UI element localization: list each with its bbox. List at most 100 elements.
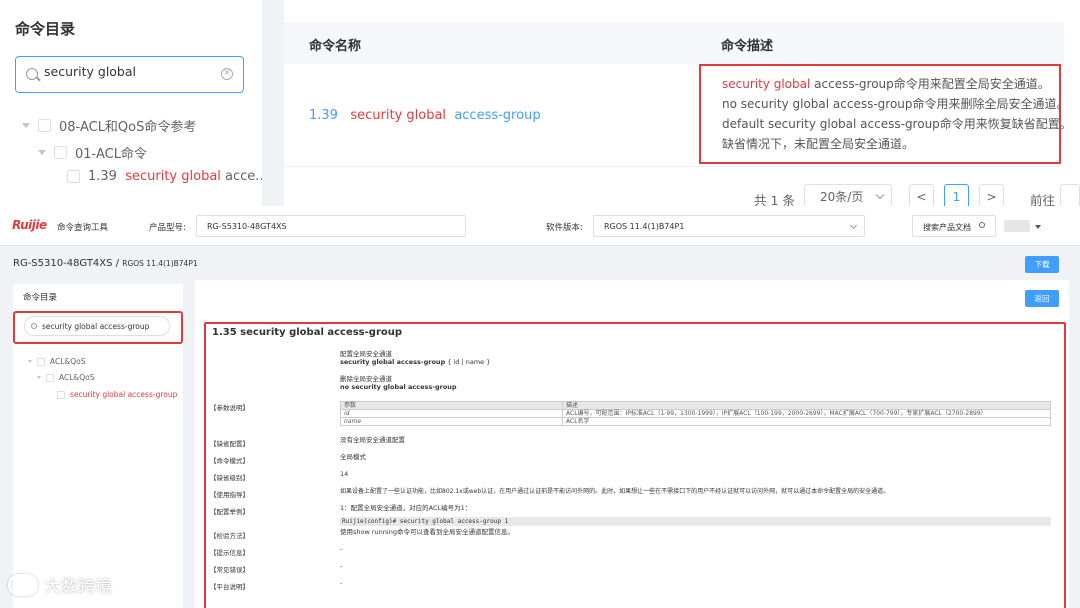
- sidebar: 命令目录 security global access-group ACL&Qo…: [13, 284, 183, 608]
- chevron-down-icon[interactable]: [38, 150, 46, 155]
- tree-checkbox[interactable]: [38, 119, 51, 132]
- search-icon: [979, 222, 985, 228]
- row-divider: [284, 166, 1064, 167]
- search-docs-button[interactable]: 搜索产品文档: [912, 215, 996, 237]
- tree-item-acl-commands[interactable]: 01-ACL命令: [38, 143, 147, 162]
- watermark-text: 大数跨境: [44, 577, 112, 597]
- syntax-cmd-1: security global access-group: [340, 358, 446, 366]
- tree-checkbox[interactable]: [46, 373, 54, 382]
- column-header-desc: 命令描述: [721, 39, 774, 54]
- example-code: Ruijie(config)# security global access-g…: [340, 517, 1051, 526]
- chevron-down-icon[interactable]: [28, 360, 32, 363]
- watermark-logo-icon: [8, 573, 38, 596]
- param-name: id: [340, 409, 563, 418]
- table-header-row: 参数 描述: [340, 401, 1051, 410]
- breadcrumb-model: RG-S5310-48GT4XS /: [13, 258, 120, 269]
- watermark: 大数跨境: [8, 572, 112, 597]
- sidebar-tree-item-aclqos[interactable]: ACL&QoS: [28, 357, 86, 366]
- chevron-down-icon[interactable]: [37, 376, 41, 379]
- tree-item-label: ACL&QoS: [59, 373, 95, 382]
- sidebar-search-value: security global access-group: [42, 322, 150, 331]
- zoomed-sidebar: 命令目录 security global × 08-ACL和QoS命令参考 01…: [0, 0, 268, 206]
- value-example: 1：配置全局安全通道，对应的ACL编号为1：: [340, 504, 472, 512]
- label-errors: 【常见错误】: [210, 566, 249, 574]
- param-header-name: 参数: [340, 401, 563, 410]
- results-table: 命令名称 命令描述 1.39 security global access-gr…: [284, 0, 1080, 206]
- tree-item-highlight: security global: [125, 169, 221, 184]
- sidebar-tree-item-aclqos-sub[interactable]: ACL&QoS: [37, 373, 95, 382]
- command-link[interactable]: 1.39 security global access-group: [309, 108, 541, 123]
- desc-line1: access-group命令用来配置全局安全通道。: [814, 77, 1050, 91]
- syntax-line-2: no security global access-group: [340, 383, 457, 392]
- value-mode: 全局模式: [340, 453, 366, 461]
- desc-line4: 缺省情况下，未配置全局安全通道。: [722, 137, 915, 151]
- search-input[interactable]: security global ×: [15, 56, 244, 93]
- value-level: 14: [340, 470, 349, 478]
- tree-item-label: 08-ACL和QoS命令参考: [59, 120, 197, 135]
- pager-total: 共 1 条: [754, 193, 795, 206]
- tree-checkbox[interactable]: [67, 170, 80, 183]
- version-label: 软件版本:: [546, 223, 583, 233]
- label-prompt: 【提示信息】: [210, 549, 249, 557]
- sidebar-search-input[interactable]: security global access-group: [24, 316, 170, 336]
- version-value: RGOS 11.4(1)B74P1: [604, 222, 685, 231]
- full-page-view: Ruijie 命令查询工具 产品型号: RG-S5310-48GT4XS 软件版…: [0, 206, 1080, 608]
- value-prompt: -: [340, 545, 343, 553]
- label-default: 【缺省配置】: [210, 440, 249, 448]
- zoomed-view: 命令目录 security global × 08-ACL和QoS命令参考 01…: [0, 0, 1080, 206]
- breadcrumb-version: RGOS 11.4(1)B74P1: [122, 259, 198, 268]
- sidebar-tree-item-command[interactable]: security global access-group: [57, 390, 177, 399]
- command-highlight: security global: [350, 108, 447, 123]
- tree-checkbox[interactable]: [37, 357, 45, 366]
- chevron-down-icon: [875, 190, 885, 200]
- tree-item-label: 01-ACL命令: [75, 147, 147, 162]
- directory-title: 命令目录: [15, 20, 76, 38]
- top-navbar: Ruijie 命令查询工具 产品型号: RG-S5310-48GT4XS 软件版…: [0, 206, 1080, 246]
- breadcrumb: RG-S5310-48GT4XS / RGOS 11.4(1)B74P1: [13, 258, 198, 269]
- prev-page-button[interactable]: <: [909, 184, 934, 206]
- version-select[interactable]: RGOS 11.4(1)B74P1: [593, 215, 865, 237]
- content-panel: 返回 1.35 security global access-group 配置全…: [195, 280, 1069, 608]
- value-default: 没有全局安全通道配置: [340, 436, 405, 444]
- value-verify: 使用show running命令可以查看到全局安全通道配置信息。: [340, 528, 514, 536]
- param-name: name: [340, 417, 563, 426]
- desc-line2: no security global access-group命令用来删除全局安…: [722, 97, 1069, 111]
- sidebar-title: 命令目录: [23, 293, 58, 303]
- command-description: security global access-group命令用来配置全局安全通道…: [699, 64, 1072, 164]
- label-params: 【参数说明】: [210, 404, 249, 412]
- chevron-down-icon[interactable]: [22, 123, 30, 128]
- tree-item-security-global[interactable]: 1.39 security global acce...: [67, 169, 268, 184]
- avatar[interactable]: [1004, 220, 1030, 232]
- download-button[interactable]: 下载: [1025, 256, 1059, 273]
- ruijie-logo: Ruijie: [12, 218, 47, 232]
- tree-checkbox[interactable]: [57, 390, 65, 399]
- syntax-cmd-2: no security global access-group: [340, 383, 457, 391]
- model-field[interactable]: RG-S5310-48GT4XS: [196, 215, 466, 237]
- label-guide: 【使用指导】: [210, 491, 249, 499]
- value-errors: -: [340, 562, 343, 570]
- table-row: name ACL名字: [340, 417, 1051, 426]
- page-number-button[interactable]: 1: [944, 184, 969, 206]
- doc-title: 1.35 security global access-group: [212, 327, 403, 338]
- back-button[interactable]: 返回: [1025, 290, 1059, 307]
- search-icon: [26, 68, 38, 80]
- search-icon: [31, 323, 37, 329]
- tool-name: 命令查询工具: [57, 223, 109, 233]
- label-verify: 【检验方法】: [210, 532, 249, 540]
- tree-checkbox[interactable]: [54, 146, 67, 159]
- page-size-select[interactable]: 20条/页: [804, 184, 892, 206]
- desc-line3: default security global access-group命令用来…: [722, 117, 1072, 131]
- param-header-desc: 描述: [562, 401, 1051, 410]
- value-platform: -: [340, 579, 343, 587]
- model-value: RG-S5310-48GT4XS: [207, 222, 287, 231]
- label-mode: 【命令模式】: [210, 457, 249, 465]
- tree-item-acl-qos-ref[interactable]: 08-ACL和QoS命令参考: [22, 116, 196, 135]
- clear-icon[interactable]: ×: [221, 68, 233, 80]
- chevron-down-icon: [849, 221, 858, 230]
- search-input-value[interactable]: security global: [44, 65, 136, 78]
- param-table: 参数 描述 id ACL编号，可配范围：IP标准ACL（1-99，1300-19…: [340, 401, 1051, 426]
- goto-input[interactable]: [1060, 184, 1080, 206]
- caret-down-icon[interactable]: [1035, 225, 1041, 229]
- column-header-name: 命令名称: [309, 39, 362, 54]
- next-page-button[interactable]: >: [979, 184, 1004, 206]
